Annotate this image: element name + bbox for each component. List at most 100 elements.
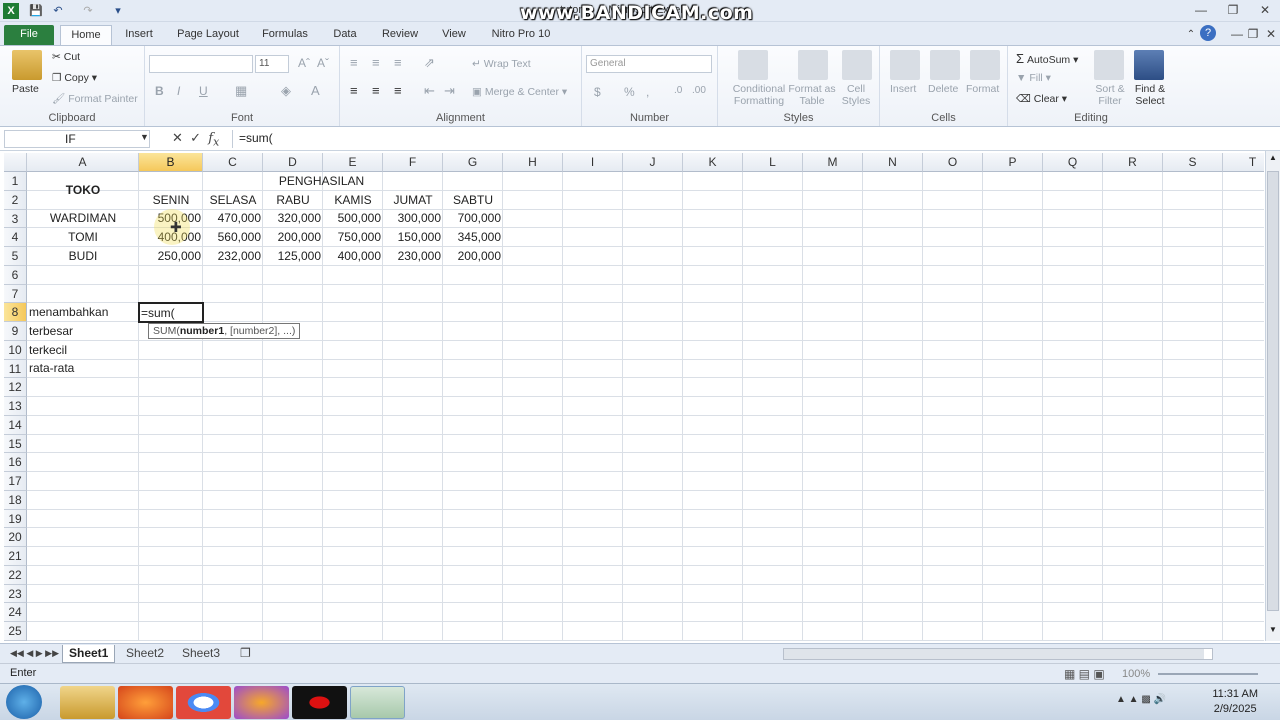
wrap-text-button[interactable]: ↵ Wrap Text	[472, 58, 531, 70]
shrink-font-icon[interactable]: Aˇ	[317, 56, 329, 70]
borders-icon[interactable]: ▦	[235, 83, 247, 99]
value-cell[interactable]: 200,000	[443, 247, 501, 265]
customize-quick-access-icon[interactable]: ▾	[110, 3, 126, 19]
cell-A1-toko[interactable]: TOKO	[27, 181, 139, 199]
value-cell[interactable]: 345,000	[443, 228, 501, 246]
number-format-combo[interactable]: General	[586, 55, 712, 73]
row-header[interactable]: 21	[4, 547, 27, 566]
label-cell[interactable]: terkecil	[29, 341, 67, 359]
label-cell[interactable]: terbesar	[29, 322, 73, 340]
start-button[interactable]	[6, 685, 42, 719]
cancel-icon[interactable]: ✕	[172, 130, 183, 145]
ribbon-minimize-icon[interactable]: ⌃	[1180, 26, 1202, 43]
value-cell[interactable]: 250,000	[139, 247, 201, 265]
zoom-level[interactable]: 100%	[1122, 668, 1150, 680]
row-header[interactable]: 1	[4, 172, 27, 191]
tab-view[interactable]: View	[438, 25, 470, 45]
column-header[interactable]: J	[623, 153, 683, 172]
value-cell[interactable]: 150,000	[383, 228, 441, 246]
row-header[interactable]: 9	[4, 322, 27, 341]
row-header[interactable]: 17	[4, 472, 27, 491]
column-header[interactable]: Q	[1043, 153, 1103, 172]
column-header[interactable]: D	[263, 153, 323, 172]
store-name[interactable]: BUDI	[27, 247, 139, 265]
chrome-taskbar-icon[interactable]	[176, 686, 231, 719]
row-header[interactable]: 3	[4, 209, 27, 229]
firefox-taskbar-icon[interactable]	[118, 686, 173, 719]
row-header[interactable]: 25	[4, 622, 27, 641]
delete-button[interactable]: Delete	[928, 83, 958, 95]
row-header[interactable]: 22	[4, 565, 27, 585]
align-center-icon[interactable]: ≡	[372, 83, 380, 98]
select-all-corner[interactable]	[4, 153, 27, 172]
restore-button[interactable]: ❐	[1222, 2, 1244, 19]
row-header[interactable]: 20	[4, 528, 27, 547]
explorer-taskbar-icon[interactable]	[60, 686, 115, 719]
tray-icons[interactable]: ▲ ▲ ▩ 🔊	[1116, 694, 1166, 705]
value-cell[interactable]: 700,000	[443, 209, 501, 227]
column-header[interactable]: B	[139, 153, 203, 172]
column-header[interactable]: F	[383, 153, 443, 172]
italic-button[interactable]: I	[177, 84, 180, 98]
column-header[interactable]: K	[683, 153, 743, 172]
row-header[interactable]: 23	[4, 584, 27, 604]
zoom-slider[interactable]	[1158, 673, 1258, 675]
format-cells-icon[interactable]	[970, 50, 1000, 80]
format-as-table-button[interactable]: Format as Table	[788, 83, 836, 107]
format-painter-button[interactable]: 🖌 Format Painter	[52, 92, 138, 105]
column-header[interactable]: T	[1223, 153, 1264, 172]
sheet-tab-2[interactable]: Sheet2	[120, 645, 170, 663]
undo-icon[interactable]: ↶	[50, 3, 66, 19]
minimize-button[interactable]: —	[1190, 2, 1212, 19]
label-cell[interactable]: menambahkan	[29, 303, 108, 321]
help-icon[interactable]: ?	[1200, 25, 1216, 41]
horizontal-scroll-thumb[interactable]	[784, 649, 1204, 659]
tab-review[interactable]: Review	[378, 25, 422, 45]
bold-button[interactable]: B	[155, 84, 164, 98]
column-header[interactable]: O	[923, 153, 983, 172]
horizontal-scrollbar[interactable]	[783, 648, 1213, 660]
orientation-icon[interactable]: ⇗	[424, 55, 435, 71]
autosum-button[interactable]: Σ AutoSum ▾	[1016, 51, 1078, 66]
row-header[interactable]: 6	[4, 265, 27, 285]
value-cell[interactable]: 400,000	[323, 247, 381, 265]
value-cell[interactable]: 320,000	[263, 209, 321, 227]
workbook-close-button[interactable]: ✕	[1260, 26, 1280, 43]
scroll-down-icon[interactable]: ▼	[1267, 625, 1279, 637]
row-header[interactable]: 8	[4, 303, 27, 322]
close-button[interactable]: ✕	[1254, 2, 1276, 19]
row-header[interactable]: 11	[4, 359, 27, 379]
font-name-combo[interactable]	[149, 55, 253, 73]
conditional-formatting-button[interactable]: Conditional Formatting	[724, 83, 794, 107]
name-box[interactable]: IF	[4, 130, 150, 148]
row-header[interactable]: 7	[4, 284, 27, 304]
column-header[interactable]: N	[863, 153, 923, 172]
sheet-nav-icons[interactable]: ◀◀ ◀ ▶ ▶▶	[4, 645, 65, 663]
function-tooltip[interactable]: SUM(number1, [number2], ...)	[148, 323, 301, 339]
column-header[interactable]: S	[1163, 153, 1223, 172]
find-select-button[interactable]: Find & Select	[1130, 83, 1170, 107]
formula-input[interactable]: =sum(	[232, 130, 1272, 148]
excel-taskbar-icon[interactable]	[350, 686, 405, 719]
insert-function-icon[interactable]: fx	[208, 131, 219, 149]
tab-nitro[interactable]: Nitro Pro 10	[488, 25, 554, 45]
day-header[interactable]: JUMAT	[383, 191, 443, 209]
view-buttons-icon[interactable]: ▦ ▤ ▣	[1064, 667, 1105, 681]
column-header[interactable]: C	[203, 153, 263, 172]
increase-indent-icon[interactable]: ⇥	[444, 83, 455, 99]
paste-icon[interactable]	[12, 50, 42, 80]
scroll-up-icon[interactable]: ▲	[1267, 153, 1279, 165]
column-header[interactable]: I	[563, 153, 623, 172]
decrease-indent-icon[interactable]: ⇤	[424, 83, 435, 99]
decrease-decimal-icon[interactable]: .00	[692, 85, 706, 96]
value-cell[interactable]: 300,000	[383, 209, 441, 227]
format-table-icon[interactable]	[798, 50, 828, 80]
value-cell[interactable]: 125,000	[263, 247, 321, 265]
row-header[interactable]: 14	[4, 415, 27, 435]
copy-button[interactable]: ❐ Copy ▾	[52, 72, 97, 84]
grow-font-icon[interactable]: Aˆ	[298, 56, 310, 70]
value-cell[interactable]: 560,000	[203, 228, 261, 246]
app-taskbar-icon[interactable]	[234, 686, 289, 719]
comma-style-icon[interactable]: ,	[646, 85, 649, 99]
tab-file[interactable]: File	[4, 25, 54, 45]
